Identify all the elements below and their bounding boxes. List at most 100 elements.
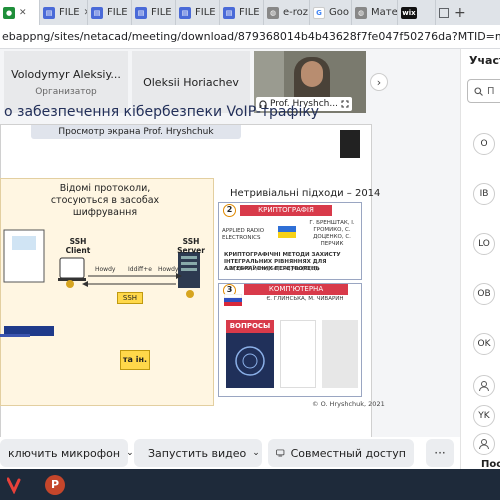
tab-label: FILE xyxy=(239,7,260,18)
ssh-server-label: SSH Server xyxy=(177,237,205,255)
person-icon xyxy=(479,439,489,450)
participant-role: Организатор xyxy=(35,86,97,97)
webex-icon: ● xyxy=(3,6,15,19)
right-panel-heading: Нетривіальні підходи – 2014 xyxy=(230,188,381,199)
ukraine-flag-icon xyxy=(278,226,296,238)
next-participants-button[interactable]: › xyxy=(370,73,388,91)
avatar-placeholder-icon[interactable] xyxy=(473,433,495,455)
new-tab-icon[interactable]: + xyxy=(454,5,466,21)
slide-title: о забезпечення кібербезпеки VoIP-трафіку xyxy=(4,104,320,120)
slide-credit: © O. Hryshchuk, 2021 xyxy=(312,400,385,408)
formula-page-image xyxy=(280,320,316,388)
ssh-tag: SSH xyxy=(117,292,143,304)
share-view-label: Просмотр экрана Prof. Hryshchuk xyxy=(31,125,241,139)
network-cable-shape xyxy=(0,334,30,337)
tab-webex[interactable]: ● ✕ xyxy=(0,0,40,25)
journal-cover-image: ВОПРОСЫ xyxy=(226,320,274,388)
slide-logo xyxy=(340,130,360,158)
avatar[interactable]: LO xyxy=(473,233,495,255)
participants-panel: Участн П O IB LO OB OK YK Пос xyxy=(460,49,500,470)
arrow-head xyxy=(82,281,88,287)
tab-wix[interactable]: wix xyxy=(398,0,436,25)
participant-name: Oleksii Horiachev xyxy=(143,75,239,89)
avatar[interactable]: OB xyxy=(473,283,495,305)
crypto-formula: Lw(x)=Ф(x,Cw)[Sd(C-x)]=ω(Ф(C)) xyxy=(226,266,320,272)
howdy-label: Howdy xyxy=(158,266,179,273)
other-protocols-tag: та ін. xyxy=(120,350,150,370)
server-slot xyxy=(181,256,197,259)
tab-file-3[interactable]: ▤ FILE xyxy=(132,0,176,25)
tab-math[interactable]: ◍ Мате xyxy=(352,0,398,25)
howdy-label: Howdy xyxy=(95,266,116,273)
tab-label: FILE xyxy=(195,7,216,18)
window-square-icon[interactable] xyxy=(439,7,449,18)
url-text[interactable]: ebappng/sites/netacad/meeting/download/8… xyxy=(0,30,500,43)
tab-label: e-roz xyxy=(283,7,309,18)
avatar[interactable]: IB xyxy=(473,183,495,205)
address-bar[interactable]: ebappng/sites/netacad/meeting/download/8… xyxy=(0,25,500,49)
person-icon xyxy=(479,381,489,392)
participant-name: Volodymyr Aleksiy... xyxy=(11,67,121,81)
file-icon: ▤ xyxy=(135,6,147,19)
close-icon[interactable]: ✕ xyxy=(19,8,27,18)
key-icon xyxy=(66,280,74,288)
crypto-banner: КРИПТОГРАФІЯ xyxy=(240,205,332,216)
video-label-text: Запустить видео xyxy=(148,446,247,460)
more-options-button[interactable]: ··· xyxy=(426,439,454,467)
phone-screen-shape xyxy=(12,236,36,250)
mic-label: ключить микрофон xyxy=(8,446,121,460)
google-icon: G xyxy=(313,6,325,19)
tab-label: Goo xyxy=(329,7,349,18)
laptop-shape xyxy=(59,257,85,279)
tab-google[interactable]: G Goo xyxy=(310,0,352,25)
step-number: 2 xyxy=(223,204,236,217)
globe-icon: ◍ xyxy=(267,6,279,19)
share-screen-icon xyxy=(276,449,285,457)
avatar-placeholder-icon[interactable] xyxy=(473,375,495,397)
tab-file-5[interactable]: ▤ FILE xyxy=(220,0,264,25)
avatar[interactable]: YK xyxy=(473,405,495,427)
chevron-down-icon[interactable]: ⌄ xyxy=(126,448,134,458)
tab-e-roz[interactable]: ◍ e-roz xyxy=(264,0,310,25)
powerpoint-icon[interactable]: P xyxy=(44,474,66,496)
start-video-button[interactable]: Запустить видео ⌄ xyxy=(134,439,262,467)
participants-search-input[interactable]: П xyxy=(467,79,500,103)
share-button[interactable]: Совместный доступ xyxy=(268,439,414,467)
tab-label: FILE xyxy=(59,7,80,18)
left-panel-heading: Відомі протоколи, стосуються в засобах ш… xyxy=(50,183,160,218)
journal-cover: APPLIED RADIO ELECTRONICS xyxy=(222,228,265,241)
journal-title: ВОПРОСЫ xyxy=(226,320,274,333)
wix-icon: wix xyxy=(401,6,417,19)
ssh-client-label: SSH Client xyxy=(65,237,91,255)
noise-image xyxy=(322,320,358,388)
file-icon: ▤ xyxy=(43,6,55,19)
tab-file-1[interactable]: ▤ FILE ✕ xyxy=(40,0,88,25)
search-icon xyxy=(474,86,483,96)
tab-file-2[interactable]: ▤ FILE xyxy=(88,0,132,25)
tab-label: Мате xyxy=(371,7,398,18)
avatar[interactable]: O xyxy=(473,133,495,155)
mute-button[interactable]: ключить микрофон ⌄ xyxy=(0,439,134,467)
file-icon: ▤ xyxy=(179,6,191,19)
file-icon: ▤ xyxy=(91,6,103,19)
speaker-face xyxy=(301,61,323,87)
globe-icon: ◍ xyxy=(355,6,367,19)
webex-app-icon[interactable] xyxy=(6,474,28,496)
share-label-text: Совместный доступ xyxy=(290,446,406,460)
taskbar: P xyxy=(0,469,500,500)
stego-authors: Є. ГЛИНСЬКА, М. ЧИВАРИН xyxy=(266,296,344,302)
participants-title: Участн xyxy=(469,54,500,67)
chevron-down-icon[interactable]: ⌄ xyxy=(252,448,260,458)
tab-label: FILE xyxy=(151,7,172,18)
avatar[interactable]: OK xyxy=(473,333,495,355)
russia-flag-icon xyxy=(224,294,242,306)
tab-label: FILE xyxy=(107,7,128,18)
key-icon xyxy=(186,290,194,298)
tab-file-4[interactable]: ▤ FILE xyxy=(176,0,220,25)
search-placeholder: П xyxy=(487,85,495,97)
stego-banner: КОМП'ЮТЕРНА СТЕГАНОГРАФІЯ xyxy=(244,284,348,304)
journal-art xyxy=(235,346,265,376)
browser-tab-strip: ● ✕ ▤ FILE ✕ ▤ FILE ▤ FILE ▤ FILE ▤ FILE… xyxy=(0,0,500,25)
expand-icon[interactable] xyxy=(341,100,349,108)
server-slot xyxy=(181,262,197,265)
